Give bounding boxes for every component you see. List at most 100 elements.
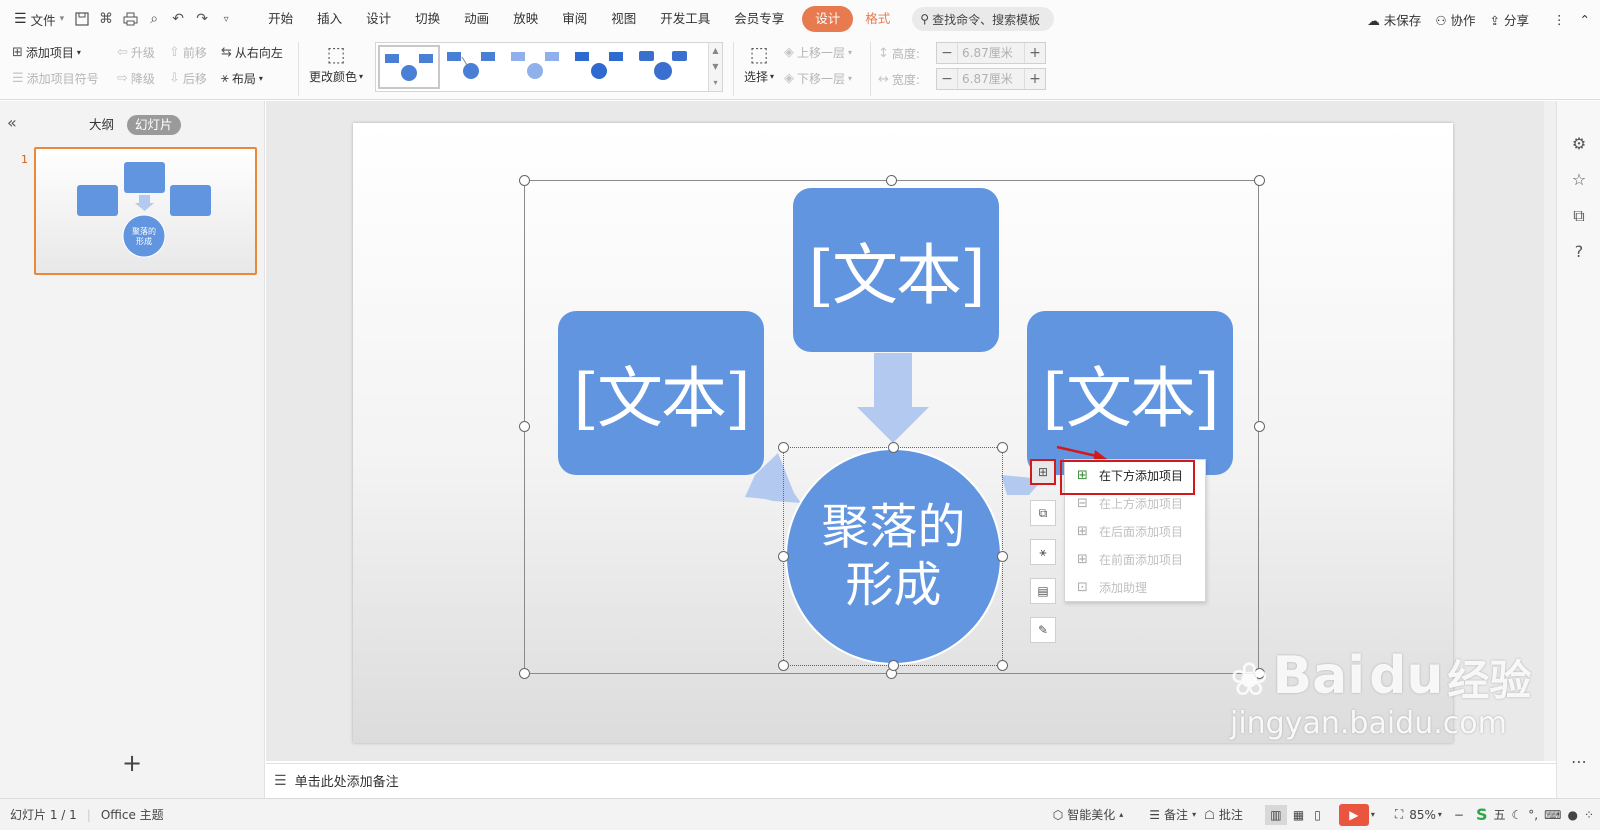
- menu-item-add-assistant[interactable]: ⊡ 添加助理: [1065, 574, 1205, 600]
- collab-button[interactable]: ⚇ 协作: [1435, 10, 1475, 29]
- redo-icon[interactable]: ↷: [190, 7, 214, 31]
- width-stepper[interactable]: − 6.87厘米 +: [936, 68, 1046, 90]
- smart-beautify-button[interactable]: ⬡ 智能美化 ▴: [1053, 806, 1124, 823]
- resize-handle[interactable]: [519, 175, 530, 186]
- comments-button[interactable]: ☖ 批注: [1204, 806, 1243, 823]
- menu-item-add-after[interactable]: ⊞ 在后面添加项目: [1065, 518, 1205, 544]
- tab-animation[interactable]: 动画: [452, 6, 501, 32]
- vertical-scrollbar[interactable]: [1544, 101, 1556, 761]
- gallery-scroll[interactable]: ▲ ▼ ▾: [708, 43, 722, 91]
- tab-developer[interactable]: 开发工具: [648, 6, 722, 32]
- center-circle[interactable]: 聚落的 形成: [785, 448, 1002, 665]
- tab-member[interactable]: 会员专享: [722, 6, 796, 32]
- text-pane-float-button[interactable]: ▤: [1030, 578, 1056, 604]
- add-bullet-button[interactable]: ☰ 添加项目符号: [12, 70, 99, 87]
- tab-slides[interactable]: 幻灯片: [127, 115, 181, 135]
- properties-icon[interactable]: ⚙: [1568, 133, 1590, 155]
- more-icon[interactable]: ▿: [214, 7, 238, 31]
- change-layout-float-button[interactable]: ⧉: [1030, 500, 1056, 526]
- print-icon[interactable]: [118, 7, 142, 31]
- add-item-float-button[interactable]: ⊞: [1030, 459, 1056, 485]
- gallery-style-3[interactable]: [506, 45, 568, 89]
- move-forward-button[interactable]: ⇧ 前移: [169, 44, 207, 61]
- hierarchy-float-button[interactable]: ⚹: [1030, 539, 1056, 565]
- format-painter-icon[interactable]: ⌘: [94, 7, 118, 31]
- tab-design-page[interactable]: 设计: [354, 6, 403, 32]
- demote-button[interactable]: ⇨ 降级: [117, 70, 155, 87]
- help-icon[interactable]: ?: [1568, 241, 1590, 263]
- normal-view-button[interactable]: ▥: [1264, 804, 1287, 825]
- animation-star-icon[interactable]: ☆: [1568, 169, 1590, 191]
- resize-handle[interactable]: [519, 668, 530, 679]
- width-increment-button[interactable]: +: [1025, 71, 1045, 87]
- add-slide-button[interactable]: +: [122, 749, 142, 777]
- tab-transition[interactable]: 切换: [403, 6, 452, 32]
- shape-handle[interactable]: [997, 442, 1008, 453]
- shape-handle[interactable]: [778, 551, 789, 562]
- send-down-button[interactable]: ◈ 下移一层 ▾: [784, 70, 852, 87]
- more-dots-icon[interactable]: ⋯: [1568, 751, 1590, 773]
- slide-thumbnail[interactable]: 聚落的 形成: [34, 147, 257, 275]
- menu-item-add-before[interactable]: ⊞ 在前面添加项目: [1065, 546, 1205, 572]
- shape-handle[interactable]: [778, 442, 789, 453]
- share-button[interactable]: ⇪ 分享: [1490, 10, 1529, 29]
- rtl-button[interactable]: ⇆ 从右向左: [221, 44, 283, 61]
- text-box-top[interactable]: [文本]: [793, 188, 999, 352]
- shape-handle[interactable]: [888, 442, 899, 453]
- gallery-style-4[interactable]: [570, 45, 632, 89]
- text-box-left[interactable]: [文本]: [558, 311, 764, 475]
- zoom-level[interactable]: 85%: [1409, 808, 1436, 822]
- unsaved-button[interactable]: ☁ 未保存: [1367, 10, 1421, 29]
- tab-smartart-design[interactable]: 设计: [802, 6, 854, 32]
- tab-format[interactable]: 格式: [853, 6, 902, 32]
- notes-toggle-button[interactable]: ☰ 备注 ▾: [1149, 806, 1196, 823]
- resize-handle[interactable]: [886, 175, 897, 186]
- resize-handle[interactable]: [519, 421, 530, 432]
- width-value[interactable]: 6.87厘米: [957, 69, 1025, 89]
- reading-view-button[interactable]: ▯: [1314, 808, 1321, 822]
- tab-review[interactable]: 审阅: [550, 6, 599, 32]
- style-brush-float-button[interactable]: ✎: [1030, 617, 1056, 643]
- select-button[interactable]: ⬚ 选择 ▾: [744, 42, 774, 85]
- add-item-button[interactable]: ⊞ 添加项目 ▾: [12, 44, 81, 61]
- collapse-ribbon-icon[interactable]: ⌃: [1580, 12, 1590, 27]
- save-icon[interactable]: [70, 7, 94, 31]
- grid-view-button[interactable]: ▦: [1293, 808, 1304, 822]
- resize-handle[interactable]: [1254, 175, 1265, 186]
- change-color-button[interactable]: ⬚ 更改颜色 ▾: [309, 42, 363, 85]
- undo-icon[interactable]: ↶: [166, 7, 190, 31]
- shape-handle[interactable]: [997, 551, 1008, 562]
- height-decrement-button[interactable]: −: [937, 45, 957, 61]
- height-value[interactable]: 6.87厘米: [957, 43, 1025, 63]
- resize-handle[interactable]: [1254, 421, 1265, 432]
- tab-insert[interactable]: 插入: [305, 6, 354, 32]
- gallery-style-5[interactable]: [634, 45, 696, 89]
- chevron-down-icon[interactable]: ▾: [1438, 810, 1442, 819]
- height-stepper[interactable]: − 6.87厘米 +: [936, 42, 1046, 64]
- tab-home[interactable]: 开始: [256, 6, 305, 32]
- shape-handle[interactable]: [997, 660, 1008, 671]
- file-menu[interactable]: ☰ 文件 ▾: [14, 10, 64, 29]
- transition-icon[interactable]: ⧉: [1568, 205, 1590, 227]
- play-slideshow-button[interactable]: ▶: [1338, 803, 1369, 826]
- notes-pane[interactable]: ☰ 单击此处添加备注: [266, 763, 1556, 797]
- zoom-out-button[interactable]: −: [1454, 808, 1464, 822]
- gallery-style-1[interactable]: [378, 45, 440, 89]
- tab-outline[interactable]: 大纲: [89, 115, 114, 135]
- tab-view[interactable]: 视图: [599, 6, 648, 32]
- height-increment-button[interactable]: +: [1025, 45, 1045, 61]
- layout-button[interactable]: ⚹ 布局 ▾: [221, 70, 263, 87]
- promote-button[interactable]: ⇦ 升级: [117, 44, 155, 61]
- shape-handle[interactable]: [778, 660, 789, 671]
- fit-window-button[interactable]: ⛶: [1395, 807, 1403, 822]
- ime-toolbar[interactable]: S 五 ☾ °, ⌨ ● ⁘: [1476, 805, 1594, 824]
- print-preview-icon[interactable]: ⌕: [142, 7, 166, 31]
- gallery-style-2[interactable]: [442, 45, 504, 89]
- width-decrement-button[interactable]: −: [937, 71, 957, 87]
- command-search[interactable]: ⚲ 查找命令、搜索模板: [912, 7, 1055, 31]
- bring-up-button[interactable]: ◈ 上移一层 ▾: [784, 44, 852, 61]
- tab-slideshow[interactable]: 放映: [501, 6, 550, 32]
- move-back-button[interactable]: ⇩ 后移: [169, 70, 207, 87]
- more-options-icon[interactable]: ⋮: [1553, 12, 1566, 27]
- shape-handle[interactable]: [888, 660, 899, 671]
